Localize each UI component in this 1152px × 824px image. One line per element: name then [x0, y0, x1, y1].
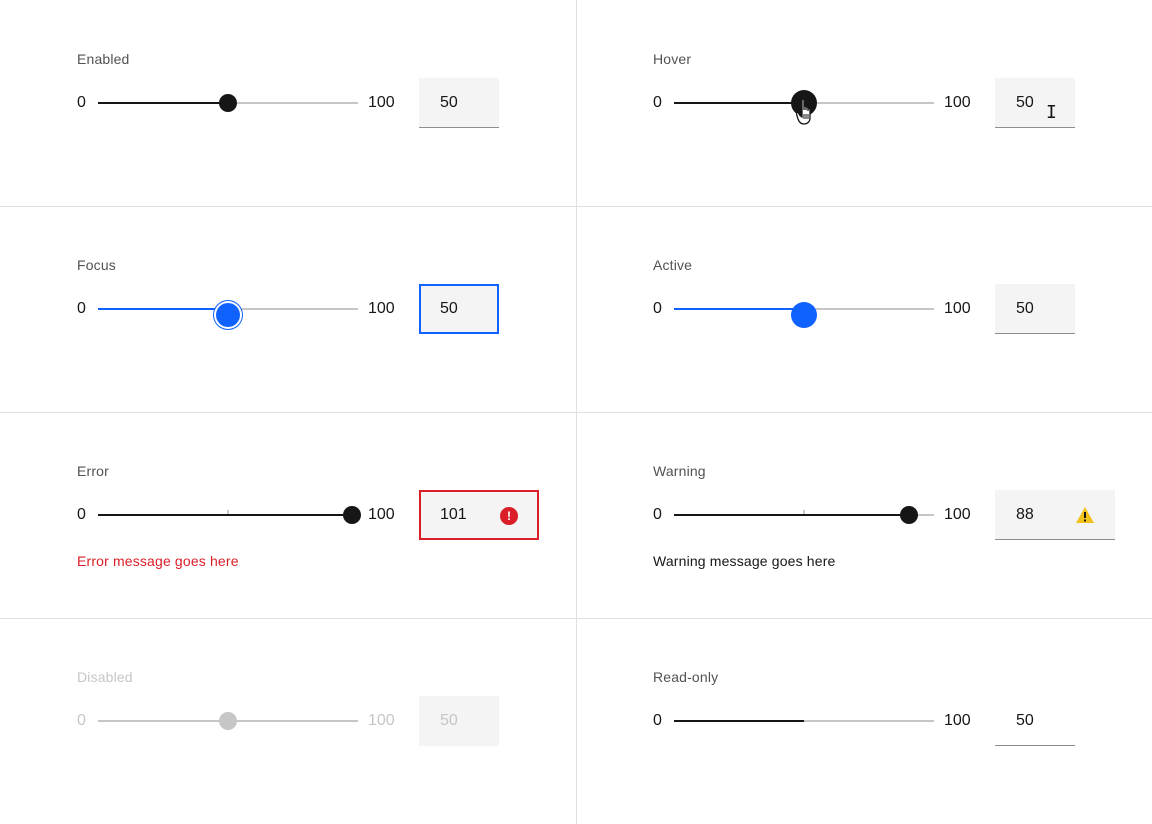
- slider-thumb: [219, 712, 237, 730]
- number-input-value: 50: [440, 712, 458, 729]
- hand-cursor-icon: [796, 98, 811, 125]
- min-label: 0: [653, 94, 662, 111]
- slider-fill: [674, 102, 804, 104]
- error-message: Error message goes here: [77, 553, 239, 569]
- slider-thumb[interactable]: [791, 302, 817, 328]
- slider-fill: [98, 308, 228, 310]
- min-label: 0: [77, 94, 86, 111]
- slider-warning: Warning 0 100 88 Warning message goes he…: [576, 412, 1152, 618]
- slider-thumb[interactable]: [343, 506, 361, 524]
- number-input-value: 50: [1016, 712, 1034, 729]
- max-label: 100: [944, 506, 971, 523]
- slider-label: Read-only: [653, 669, 719, 685]
- slider-fill: [98, 102, 228, 104]
- slider-error: Error 0 100 101 ! Error message goes her…: [0, 412, 576, 618]
- error-icon: !: [500, 507, 518, 525]
- warning-message: Warning message goes here: [653, 553, 836, 569]
- max-label: 100: [368, 712, 395, 729]
- number-input[interactable]: 50: [995, 284, 1075, 334]
- slider-label: Disabled: [77, 669, 133, 685]
- number-input-value: 50: [440, 94, 458, 111]
- max-label: 100: [944, 300, 971, 317]
- slider-thumb[interactable]: [216, 303, 240, 327]
- slider-label: Enabled: [77, 51, 130, 67]
- min-label: 0: [653, 300, 662, 317]
- slider-label: Focus: [77, 257, 116, 273]
- min-label: 0: [77, 712, 86, 729]
- min-label: 0: [77, 300, 86, 317]
- number-input[interactable]: 50: [419, 78, 499, 128]
- slider-fill: [674, 514, 909, 516]
- warning-icon: [1076, 507, 1094, 523]
- number-input[interactable]: 88: [995, 490, 1115, 540]
- slider-label: Active: [653, 257, 693, 273]
- slider-active: Active 0 100 50: [576, 206, 1152, 412]
- slider-fill: [98, 720, 228, 722]
- max-label: 100: [368, 94, 395, 111]
- slider-readonly: Read-only 0 100 50: [576, 618, 1152, 824]
- max-label: 100: [368, 506, 395, 523]
- number-input-value: 50: [1016, 94, 1034, 111]
- slider-track[interactable]: [674, 510, 934, 516]
- slider-disabled: Disabled 0 100 50: [0, 618, 576, 824]
- slider-track: [674, 720, 934, 722]
- min-label: 0: [77, 506, 86, 523]
- slider-thumb[interactable]: [900, 506, 918, 524]
- slider-label: Warning: [653, 463, 706, 479]
- max-label: 100: [944, 94, 971, 111]
- number-input: 50: [995, 696, 1075, 746]
- slider-label: Error: [77, 463, 109, 479]
- number-input[interactable]: 50: [419, 284, 499, 334]
- max-label: 100: [944, 712, 971, 729]
- slider-fill: [674, 720, 804, 722]
- slider-thumb[interactable]: [219, 94, 237, 112]
- max-label: 100: [368, 300, 395, 317]
- number-input: 50: [419, 696, 499, 746]
- number-input[interactable]: 50: [995, 78, 1075, 128]
- slider-focus: Focus 0 100 50: [0, 206, 576, 412]
- number-input-value: 50: [1016, 300, 1034, 317]
- slider-fill: [98, 514, 352, 516]
- number-input[interactable]: 101 !: [419, 490, 539, 540]
- min-label: 0: [653, 712, 662, 729]
- text-cursor-icon: I: [1046, 102, 1057, 123]
- number-input-value: 50: [440, 300, 458, 317]
- number-input-value: 88: [1016, 506, 1034, 523]
- min-label: 0: [653, 506, 662, 523]
- slider-hover: Hover 0 100 50: [576, 0, 1152, 206]
- number-input-value: 101: [440, 506, 467, 523]
- slider-fill: [674, 308, 804, 310]
- slider-label: Hover: [653, 51, 692, 67]
- slider-enabled: Enabled 0 100 50: [0, 0, 576, 206]
- slider-track[interactable]: [98, 510, 358, 516]
